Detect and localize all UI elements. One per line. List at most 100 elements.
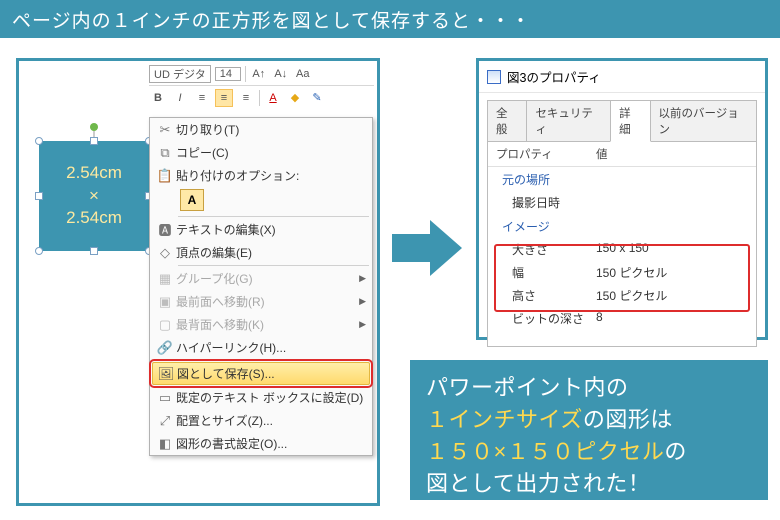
menu-group: ▦ グループ化(G) ▶ (150, 267, 372, 290)
menu-edit-text-label: テキストの編集(X) (176, 221, 276, 238)
context-menu: ✂ 切り取り(T) ⧉ コピー(C) 📋 貼り付けのオプション: A 🅰 テキス… (149, 117, 373, 456)
size-icon: ⤢ (154, 413, 176, 429)
align-right-icon[interactable]: ≡ (237, 89, 255, 107)
align-left-icon[interactable]: ≡ (193, 89, 211, 107)
menu-save-as-picture[interactable]: 🖼 図として保存(S)... (152, 362, 370, 385)
change-case-icon[interactable]: Aa (294, 65, 312, 83)
one-inch-square[interactable]: 2.54cm × 2.54cm (39, 141, 149, 251)
menu-cut-label: 切り取り(T) (176, 121, 239, 138)
dialog-title-text: 図3のプロパティ (507, 67, 601, 86)
font-color-icon[interactable]: A (264, 89, 282, 107)
align-center-icon[interactable]: ≡ (215, 89, 233, 107)
col-value: 値 (596, 146, 608, 162)
menu-send-back: ▢ 最背面へ移動(K) ▶ (150, 313, 372, 336)
shape-selection[interactable]: 2.54cm × 2.54cm (39, 141, 149, 251)
paste-option-keep-text[interactable]: A (180, 189, 204, 211)
italic-icon[interactable]: I (171, 89, 189, 107)
tab-security[interactable]: セキュリティ (526, 100, 611, 142)
bring-front-icon: ▣ (154, 294, 176, 310)
tab-previous-versions[interactable]: 以前のバージョン (650, 100, 758, 142)
label-dimensions: 大きさ (496, 241, 596, 258)
row-bitdepth: ビットの深さ 8 (488, 307, 756, 330)
concl-line1: パワーポイント内の (426, 375, 629, 400)
font-size-select[interactable]: 14 (215, 67, 241, 81)
textbox-icon: ▭ (154, 390, 176, 406)
menu-format-shape-label: 図形の書式設定(O)... (176, 435, 287, 452)
clipboard-icon: 📋 (154, 168, 176, 184)
bold-icon[interactable]: B (149, 89, 167, 107)
copy-icon: ⧉ (154, 145, 176, 161)
details-tab-body: プロパティ 値 元の場所 撮影日時 イメージ 大きさ 150 x 150 幅 1… (487, 141, 757, 347)
menu-default-textbox[interactable]: ▭ 既定のテキスト ボックスに設定(D) (150, 386, 372, 409)
menu-group-label: グループ化(G) (176, 270, 253, 287)
concl-pixels: １５０×１５０ピクセル (426, 439, 664, 464)
menu-bring-front-label: 最前面へ移動(R) (176, 293, 265, 310)
image-file-icon (487, 70, 501, 84)
save-picture-icon: 🖼 (155, 366, 177, 382)
edit-points-icon: ◇ (154, 245, 176, 261)
concl-line4: 図として出力された！ (426, 471, 650, 496)
tab-general[interactable]: 全般 (487, 100, 527, 142)
concl-line3b: の (664, 439, 687, 464)
menu-save-as-picture-label: 図として保存(S)... (177, 365, 275, 382)
shrink-font-icon[interactable]: A↓ (272, 65, 290, 83)
menu-edit-points-label: 頂点の編集(E) (176, 244, 252, 261)
fill-color-icon[interactable]: ◆ (286, 89, 304, 107)
tab-details[interactable]: 詳細 (610, 100, 650, 142)
value-height: 150 ピクセル (596, 287, 667, 304)
resize-handle[interactable] (90, 137, 98, 145)
page-title: ページ内の１インチの正方形を図として保存すると・・・ (0, 0, 780, 38)
row-height: 高さ 150 ピクセル (488, 284, 756, 307)
group-origin: 元の場所 (488, 167, 756, 191)
menu-format-shape[interactable]: ◧ 図形の書式設定(O)... (150, 432, 372, 455)
square-dim-h: 2.54cm (66, 208, 122, 227)
resize-handle[interactable] (35, 192, 43, 200)
send-back-icon: ▢ (154, 317, 176, 333)
row-shot-date: 撮影日時 (488, 191, 756, 214)
menu-hyperlink-label: ハイパーリンク(H)... (176, 339, 286, 356)
chevron-right-icon: ▶ (359, 296, 366, 307)
properties-dialog: 図3のプロパティ 全般 セキュリティ 詳細 以前のバージョン プロパティ 値 元… (476, 58, 768, 340)
menu-hyperlink[interactable]: 🔗 ハイパーリンク(H)... (150, 336, 372, 359)
group-image: イメージ (488, 214, 756, 238)
menu-edit-text[interactable]: 🅰 テキストの編集(X) (150, 218, 372, 241)
col-property: プロパティ (496, 146, 596, 162)
hyperlink-icon: 🔗 (154, 340, 176, 356)
group-icon: ▦ (154, 271, 176, 287)
rotate-handle-icon[interactable] (90, 123, 98, 131)
resize-handle[interactable] (35, 247, 43, 255)
menu-size-position[interactable]: ⤢ 配置とサイズ(Z)... (150, 409, 372, 432)
value-bitdepth: 8 (596, 310, 603, 327)
menu-cut[interactable]: ✂ 切り取り(T) (150, 118, 372, 141)
tab-strip: 全般 セキュリティ 詳細 以前のバージョン (479, 93, 765, 141)
concl-line2b: の図形は (583, 407, 673, 432)
menu-default-textbox-label: 既定のテキスト ボックスに設定(D) (176, 389, 363, 406)
resize-handle[interactable] (90, 247, 98, 255)
menu-edit-points[interactable]: ◇ 頂点の編集(E) (150, 241, 372, 264)
grow-font-icon[interactable]: A↑ (250, 65, 268, 83)
menu-send-back-label: 最背面へ移動(K) (176, 316, 264, 333)
mini-toolbar: UD デジタ 14 A↑ A↓ Aa B I ≡ ≡ ≡ A ◆ ✎ (149, 63, 374, 109)
concl-inch-size: １インチサイズ (426, 407, 583, 432)
square-times: × (89, 186, 99, 205)
conclusion-box: パワーポイント内の １インチサイズの図形は １５０×１５０ピクセルの 図として出… (410, 360, 768, 500)
row-width: 幅 150 ピクセル (488, 261, 756, 284)
powerpoint-panel: UD デジタ 14 A↑ A↓ Aa B I ≡ ≡ ≡ A ◆ ✎ 2.54c… (16, 58, 380, 506)
menu-paste-options-label: 📋 貼り付けのオプション: (150, 164, 372, 187)
font-name-select[interactable]: UD デジタ (149, 65, 211, 83)
menu-copy[interactable]: ⧉ コピー(C) (150, 141, 372, 164)
paste-label: 貼り付けのオプション: (176, 167, 299, 184)
dialog-titlebar: 図3のプロパティ (479, 61, 765, 93)
edit-text-icon: 🅰 (154, 222, 176, 238)
value-dimensions: 150 x 150 (596, 241, 649, 258)
chevron-right-icon: ▶ (359, 319, 366, 330)
row-dimensions: 大きさ 150 x 150 (488, 238, 756, 261)
square-dim-w: 2.54cm (66, 163, 122, 182)
label-height: 高さ (496, 287, 596, 304)
resize-handle[interactable] (35, 137, 43, 145)
label-width: 幅 (496, 264, 596, 281)
scissors-icon: ✂ (154, 122, 176, 138)
format-shape-icon: ◧ (154, 436, 176, 452)
chevron-right-icon: ▶ (359, 273, 366, 284)
outline-color-icon[interactable]: ✎ (308, 89, 326, 107)
